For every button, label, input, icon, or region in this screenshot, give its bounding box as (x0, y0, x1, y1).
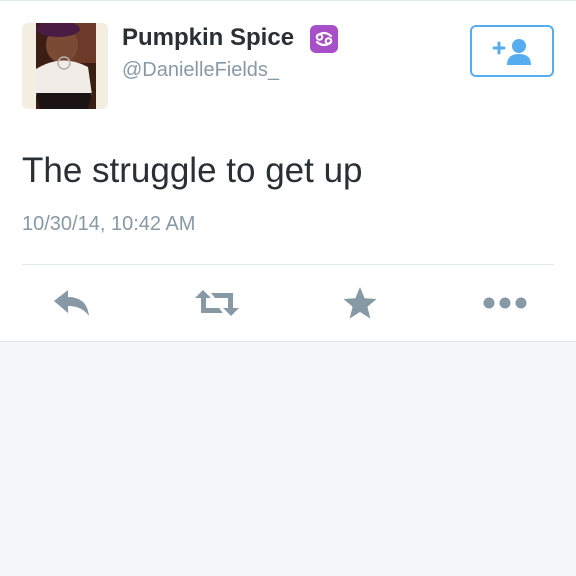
avatar[interactable] (22, 23, 108, 109)
more-button[interactable] (481, 283, 529, 323)
timestamp[interactable]: 10/30/14, 10:42 AM (22, 211, 195, 237)
reply-button[interactable] (48, 283, 96, 323)
retweet-button[interactable] (193, 283, 241, 323)
favorite-button[interactable] (336, 283, 384, 323)
follow-button[interactable] (470, 25, 554, 77)
username[interactable]: @DanielleFields_ (122, 57, 279, 83)
divider (22, 264, 554, 265)
display-name[interactable]: Pumpkin Spice (122, 23, 294, 53)
tweet-text: The struggle to get up (22, 151, 363, 190)
retweet-icon (195, 290, 239, 316)
star-icon (343, 287, 377, 319)
cancer-zodiac-icon (310, 25, 338, 53)
tweet-card: Pumpkin Spice @DanielleFields_ The strug… (0, 0, 576, 342)
reply-icon (54, 290, 89, 316)
follow-user-icon (492, 39, 531, 65)
more-dots-icon (483, 297, 527, 309)
